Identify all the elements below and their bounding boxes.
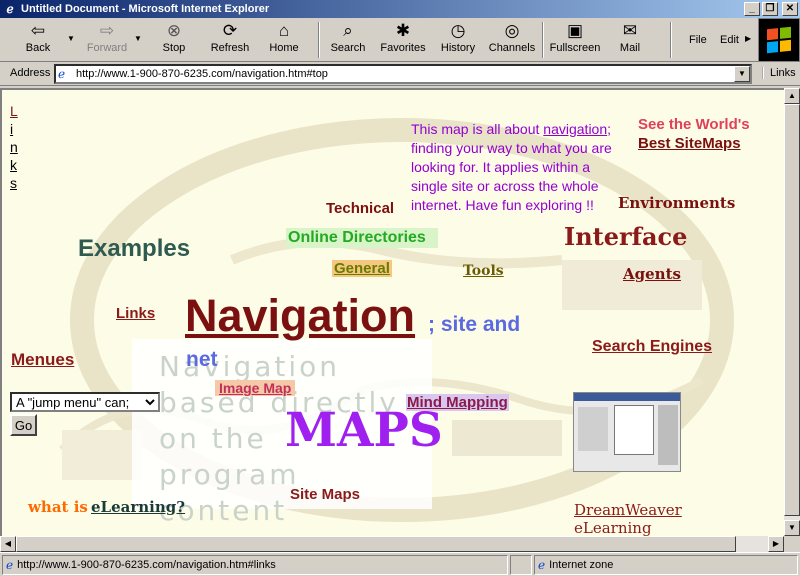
search-button[interactable]: ⌕ Search <box>326 20 370 60</box>
dreamweaver-screenshot-image[interactable] <box>573 392 681 472</box>
status-zone: Internet zone <box>549 559 614 571</box>
toolbar-separator <box>670 22 672 58</box>
page-icon: ℯ <box>58 67 66 81</box>
refresh-icon: ⟳ <box>222 21 238 40</box>
scroll-down-icon[interactable]: ▼ <box>784 520 800 536</box>
menues-link[interactable]: Menues <box>11 350 74 370</box>
links-toolbar[interactable]: Links <box>762 67 796 79</box>
address-input[interactable]: ℯ http://www.1-900-870-6235.com/navigati… <box>54 64 752 84</box>
link-cybergeography[interactable]: L <box>10 102 18 120</box>
jump-menu-select[interactable]: A "jump menu" can; <box>10 392 160 412</box>
mail-icon: ✉ <box>622 21 638 40</box>
back-button[interactable]: ⇦ Back <box>10 20 66 60</box>
sitemap-link-list: L i n k s <box>10 102 18 192</box>
history-button[interactable]: ◷ History <box>436 20 480 60</box>
image-map-link[interactable]: Image Map <box>215 380 296 396</box>
address-dropdown-icon[interactable]: ▼ <box>734 66 750 82</box>
close-button[interactable]: ✕ <box>782 2 798 16</box>
elearning-link[interactable]: eLearning? <box>91 498 185 516</box>
toolbar-separator <box>318 22 320 58</box>
technical-link[interactable]: Technical <box>326 200 394 217</box>
vertical-scroll-thumb[interactable] <box>784 104 800 516</box>
menu-file[interactable]: File <box>689 34 707 46</box>
link-nasdaq[interactable]: i <box>10 120 18 138</box>
link-wisdomnetworks[interactable]: s <box>10 174 18 192</box>
site-maps-link[interactable]: Site Maps <box>290 486 360 503</box>
status-url: http://www.1-900-870-6235.com/navigation… <box>17 559 276 571</box>
tools-link[interactable]: Tools <box>463 263 504 279</box>
fullscreen-icon: ▣ <box>566 21 584 40</box>
address-bar: Address ℯ http://www.1-900-870-6235.com/… <box>0 62 800 86</box>
refresh-button[interactable]: ⟳ Refresh <box>204 20 256 60</box>
examples-link[interactable]: Examples <box>78 235 190 263</box>
address-url[interactable]: http://www.1-900-870-6235.com/navigation… <box>76 68 328 80</box>
what-is-text: what is <box>28 498 88 516</box>
favorites-icon: ✱ <box>395 21 411 40</box>
see-worlds-text: See the World's <box>638 116 750 133</box>
scroll-right-icon[interactable]: ▶ <box>768 536 784 552</box>
forward-arrow-icon: ⇨ <box>99 21 115 40</box>
scroll-up-icon[interactable]: ▲ <box>784 88 800 104</box>
dreamweaver-elearning-text: eLearning <box>574 519 652 536</box>
go-button[interactable]: Go <box>10 414 37 436</box>
history-icon: ◷ <box>450 21 466 40</box>
channels-icon: ◎ <box>504 21 520 40</box>
fullscreen-button[interactable]: ▣ Fullscreen <box>548 20 602 60</box>
navigation-heading: Navigation <box>185 290 416 341</box>
home-button[interactable]: ⌂ Home <box>262 20 306 60</box>
stop-icon: ⊗ <box>166 21 182 40</box>
horizontal-scrollbar[interactable]: ◀ ▶ <box>0 536 784 552</box>
mail-button[interactable]: ✉ Mail <box>610 20 650 60</box>
agents-link[interactable]: Agents <box>623 265 681 283</box>
favorites-button[interactable]: ✱ Favorites <box>378 20 428 60</box>
back-dropdown-icon[interactable]: ▼ <box>67 34 75 43</box>
links-link[interactable]: Links <box>116 305 155 322</box>
online-directories-link[interactable]: Online Directories <box>286 228 438 248</box>
window-title: Untitled Document - Microsoft Internet E… <box>21 3 270 15</box>
title-bar: ℯ Untitled Document - Microsoft Internet… <box>0 0 800 18</box>
channels-button[interactable]: ◎ Channels <box>486 20 538 60</box>
dreamweaver-link[interactable]: DreamWeaver <box>574 501 682 519</box>
intro-paragraph: This map is all about navigation; findin… <box>411 121 612 213</box>
address-label: Address <box>10 67 51 79</box>
site-and-text: ; site and <box>428 313 521 336</box>
navigation-intro-link[interactable]: navigation <box>543 121 607 137</box>
status-pane-empty <box>510 555 532 575</box>
menu-chevron-icon[interactable]: ▶ <box>745 34 751 43</box>
search-icon: ⌕ <box>343 21 353 40</box>
maximize-button[interactable]: ❐ <box>762 2 778 16</box>
ie-icon: ℯ <box>6 2 14 16</box>
menu-edit[interactable]: Edit <box>720 34 739 46</box>
link-inspiration[interactable]: n <box>10 138 18 156</box>
status-url-pane: ℯ http://www.1-900-870-6235.com/navigati… <box>2 555 508 575</box>
status-bar: ℯ http://www.1-900-870-6235.com/navigati… <box>0 552 800 576</box>
minimize-button[interactable]: _ <box>744 2 760 16</box>
horizontal-scroll-thumb[interactable] <box>16 536 736 552</box>
scrollbar-corner <box>784 536 800 552</box>
general-link[interactable]: General <box>332 260 392 277</box>
windows-logo-icon <box>758 18 800 62</box>
toolbar: ⇦ Back ▼ ⇨ Forward ▼ ⊗ Stop ⟳ Refresh ⌂ … <box>0 18 800 62</box>
link-eduplace[interactable]: k <box>10 156 18 174</box>
home-icon: ⌂ <box>278 21 290 40</box>
forward-button[interactable]: ⇨ Forward <box>82 20 132 60</box>
vertical-scrollbar[interactable]: ▲ ▼ <box>784 88 800 536</box>
stop-button[interactable]: ⊗ Stop <box>152 20 196 60</box>
page-icon: ℯ <box>6 558 14 572</box>
internet-zone-icon: ℯ <box>538 558 546 572</box>
scroll-left-icon[interactable]: ◀ <box>0 536 16 552</box>
toolbar-separator <box>542 22 544 58</box>
interface-link[interactable]: Interface <box>564 222 687 251</box>
best-sitemaps-link[interactable]: Best SiteMaps <box>638 135 741 152</box>
status-zone-pane: ℯ Internet zone <box>534 555 798 575</box>
page-content: L i n k s This map is all about navigati… <box>0 88 784 536</box>
net-text: net <box>186 348 218 371</box>
maps-heading: MAPS <box>285 403 443 458</box>
search-engines-link[interactable]: Search Engines <box>592 338 712 356</box>
environments-link[interactable]: Environments <box>618 194 735 212</box>
forward-dropdown-icon[interactable]: ▼ <box>134 34 142 43</box>
back-arrow-icon: ⇦ <box>30 21 46 40</box>
